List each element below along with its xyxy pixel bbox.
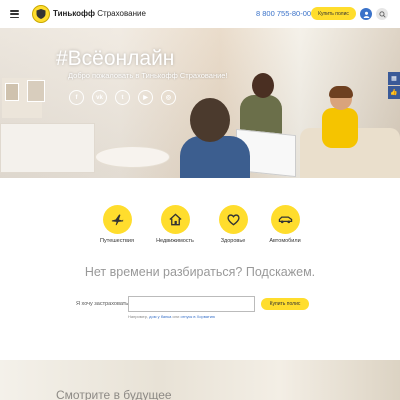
page: Тинькофф Страхование 8 800 755-80-00 Куп… [0, 0, 400, 400]
category-travel[interactable]: Путешествия [87, 205, 147, 244]
phone-number[interactable]: 8 800 755-80-00 [256, 9, 311, 18]
category-health[interactable]: Здоровье [203, 205, 263, 244]
picture-frame [5, 83, 19, 101]
vk-icon[interactable]: vk [92, 90, 107, 105]
user-icon[interactable] [360, 8, 372, 20]
facebook-icon[interactable]: f [69, 90, 84, 105]
social-links: f vk t ▶ ◎ [69, 90, 176, 105]
coffee-table [95, 146, 170, 168]
hint-text: Например, дом у банка или отпуск в Хорва… [128, 314, 215, 319]
buy-policy-button-header[interactable]: Купить полис [311, 7, 356, 20]
twitter-icon[interactable]: t [115, 90, 130, 105]
buy-policy-button[interactable]: Купить полис [261, 298, 309, 310]
category-auto[interactable]: Автомобили [255, 205, 315, 244]
category-property[interactable]: Недвижимость [145, 205, 205, 244]
cabinet [0, 123, 95, 173]
instagram-icon[interactable]: ◎ [161, 90, 176, 105]
insure-input[interactable] [128, 296, 255, 312]
plane-icon [102, 205, 132, 234]
site-header: Тинькофф Страхование 8 800 755-80-00 Куп… [0, 0, 400, 28]
car-icon [270, 205, 300, 234]
youtube-icon[interactable]: ▶ [138, 90, 153, 105]
insure-label: Я хочу застраховать [76, 301, 129, 307]
picture-frame [27, 80, 45, 102]
logo[interactable] [32, 5, 50, 23]
search-icon[interactable] [376, 8, 388, 20]
bottom-title: Смотрите в будущее [56, 388, 172, 400]
hint-link-home[interactable]: дом у банка [149, 314, 171, 319]
child-figure [318, 86, 363, 158]
grid-icon[interactable]: ▦ [388, 72, 400, 85]
hero-banner: #Всёонлайн Добро пожаловать в Тинькофф С… [0, 28, 400, 178]
like-icon[interactable]: 👍 [388, 86, 400, 99]
hint-link-vacation[interactable]: отпуск в Хорватию [180, 314, 215, 319]
shield-icon [36, 9, 46, 19]
hero-subtitle: Добро пожаловать в Тинькофф Страхование! [68, 71, 228, 80]
brand-name[interactable]: Тинькофф Страхование [53, 9, 146, 18]
tagline: Нет времени разбираться? Подскажем. [84, 265, 316, 279]
categories: Путешествия Недвижимость Здоровье Автомо… [0, 205, 400, 255]
bottom-banner: Смотрите в будущее [0, 360, 400, 400]
house-icon [160, 205, 190, 234]
hero-title: #Всёонлайн [56, 47, 175, 70]
man-figure [180, 98, 250, 178]
heart-icon [218, 205, 248, 234]
side-share-panel: ▦ 👍 [388, 72, 400, 99]
menu-icon[interactable] [10, 10, 19, 18]
